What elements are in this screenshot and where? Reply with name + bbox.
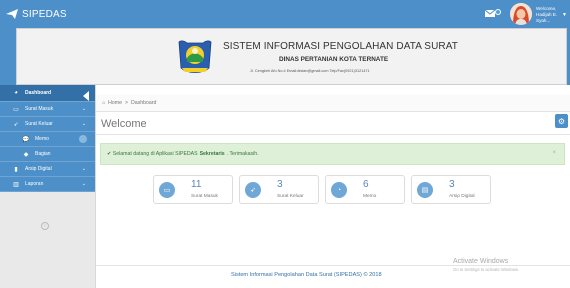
home-icon: ⌂ xyxy=(102,100,106,106)
send-icon: ➶ xyxy=(13,121,19,128)
sidebar-item-memo[interactable]: 💬 Memo xyxy=(0,132,95,147)
ternate-emblem-logo xyxy=(178,40,212,73)
bar-chart-icon: ▥ xyxy=(13,181,19,188)
chevron-down-icon: ⌄ xyxy=(81,121,86,127)
sidebar-item-label: Dashboard xyxy=(25,90,52,96)
stat-label: Surat Masuk xyxy=(191,194,218,199)
banner-address: Jl. Cengkeh Afo No.4 Email:distan@gmail.… xyxy=(250,69,370,73)
stat-card-surat-masuk[interactable]: ▭ 11 Surat Masuk xyxy=(153,175,233,204)
stat-count: 3 xyxy=(449,179,455,190)
sidebar-item-label: Arsip Digital xyxy=(25,166,52,172)
banner-subtitle: DINAS PERTANIAN KOTA TERNATE xyxy=(279,56,389,63)
footer-text: Sistem Informasi Pengolahan Data Surat (… xyxy=(231,272,382,278)
welcome-alert: ✔ Selamat datang di Aplikasi SIPEDAS Sek… xyxy=(100,143,565,165)
stat-count: 11 xyxy=(191,179,202,190)
mail-button[interactable] xyxy=(483,8,496,19)
stat-cards: ▭ 11 Surat Masuk ➶ 3 Surat Keluar ◔ 6 Me… xyxy=(153,175,491,204)
sidebar-item-laporan[interactable]: ▥ Laporan ⌄ xyxy=(0,177,95,192)
envelope-icon xyxy=(484,10,495,17)
banner-panel: SISTEM INFORMASI PENGOLAHAN DATA SURAT D… xyxy=(16,28,567,85)
sidebar-item-label: Surat Keluar xyxy=(25,121,53,127)
gear-icon: ⚙ xyxy=(557,116,566,126)
file-icon: ▮ xyxy=(14,166,18,173)
chevron-down-icon: ⌄ xyxy=(81,166,86,172)
avatar[interactable] xyxy=(510,3,532,25)
top-navbar: SIPEDAS Welcome, Hadijah E. Syah... ▼ xyxy=(0,0,570,28)
caret-down-icon[interactable]: ▼ xyxy=(562,12,567,18)
alert-suffix: . Terimakasih. xyxy=(226,151,259,157)
stat-label: Memo xyxy=(363,194,377,199)
memo-badge xyxy=(79,135,87,143)
header-banner: SISTEM INFORMASI PENGOLAHAN DATA SURAT D… xyxy=(0,28,570,85)
sidebar-item-label: Bagian xyxy=(35,151,51,157)
windows-watermark-subtitle: Go to Settings to activate Windows. xyxy=(453,267,520,272)
breadcrumb: ⌂ Home > Dashboard xyxy=(96,95,570,112)
sidebar-collapse-button[interactable]: ‹ xyxy=(41,222,49,230)
dashboard-icon: ◕ xyxy=(14,90,18,96)
sidebar: ◕ Dashboard ▭ Surat Masuk ⌄ ➶ Surat Kelu… xyxy=(0,85,96,288)
title-divider xyxy=(96,134,570,135)
comments-icon: ◔ xyxy=(331,182,347,198)
paper-plane-icon xyxy=(6,9,18,19)
sidebar-item-bagian[interactable]: ◆ Bagian xyxy=(0,147,95,162)
stat-card-arsip-digital[interactable]: ▤ 3 Arsip Digital xyxy=(411,175,491,204)
chevron-down-icon: ⌄ xyxy=(81,181,86,187)
stat-card-memo[interactable]: ◔ 6 Memo xyxy=(325,175,405,204)
breadcrumb-current: Dashboard xyxy=(131,100,157,106)
sidebar-item-label: Laporan xyxy=(25,181,44,187)
stat-card-surat-keluar[interactable]: ➶ 3 Surat Keluar xyxy=(239,175,319,204)
inbox-icon: ▭ xyxy=(13,106,19,113)
banner-title: SISTEM INFORMASI PENGOLAHAN DATA SURAT xyxy=(223,41,458,52)
alert-role: Sekretaris xyxy=(199,151,225,157)
stat-label: Arsip Digital xyxy=(449,194,475,199)
sidebar-item-arsip-digital[interactable]: ▮ Arsip Digital ⌄ xyxy=(0,162,95,177)
tag-icon: ◆ xyxy=(23,151,29,158)
brand-link[interactable]: SIPEDAS xyxy=(6,0,67,28)
stat-count: 6 xyxy=(363,179,369,190)
breadcrumb-home[interactable]: Home xyxy=(108,100,122,106)
comments-icon: 💬 xyxy=(22,136,30,143)
brand-name: SIPEDAS xyxy=(22,8,67,20)
notification-badge xyxy=(495,9,501,15)
settings-button[interactable]: ⚙ xyxy=(555,114,568,128)
breadcrumb-separator: > xyxy=(124,100,129,106)
send-icon: ➶ xyxy=(245,182,261,198)
inbox-icon: ▭ xyxy=(159,182,175,198)
stat-label: Surat Keluar xyxy=(277,194,304,199)
page-title: Welcome xyxy=(101,118,147,130)
stat-count: 3 xyxy=(277,179,283,190)
footer-divider xyxy=(96,265,570,266)
hdd-icon: ▤ xyxy=(417,182,433,198)
alert-prefix: Selamat datang di Aplikasi SIPEDAS xyxy=(112,151,198,157)
active-indicator-arrow xyxy=(83,91,89,101)
sidebar-item-dashboard[interactable]: ◕ Dashboard xyxy=(0,85,95,102)
sidebar-item-surat-masuk[interactable]: ▭ Surat Masuk ⌄ xyxy=(0,102,95,117)
windows-watermark-title: Activate Windows xyxy=(453,258,509,265)
sidebar-item-label: Surat Masuk xyxy=(25,106,54,112)
user-photo-icon xyxy=(510,3,532,25)
sidebar-item-label: Memo xyxy=(35,136,49,142)
alert-close-button[interactable]: × xyxy=(552,150,556,156)
chevron-down-icon: ⌄ xyxy=(81,106,86,112)
sidebar-item-surat-keluar[interactable]: ➶ Surat Keluar ⌄ xyxy=(0,117,95,132)
